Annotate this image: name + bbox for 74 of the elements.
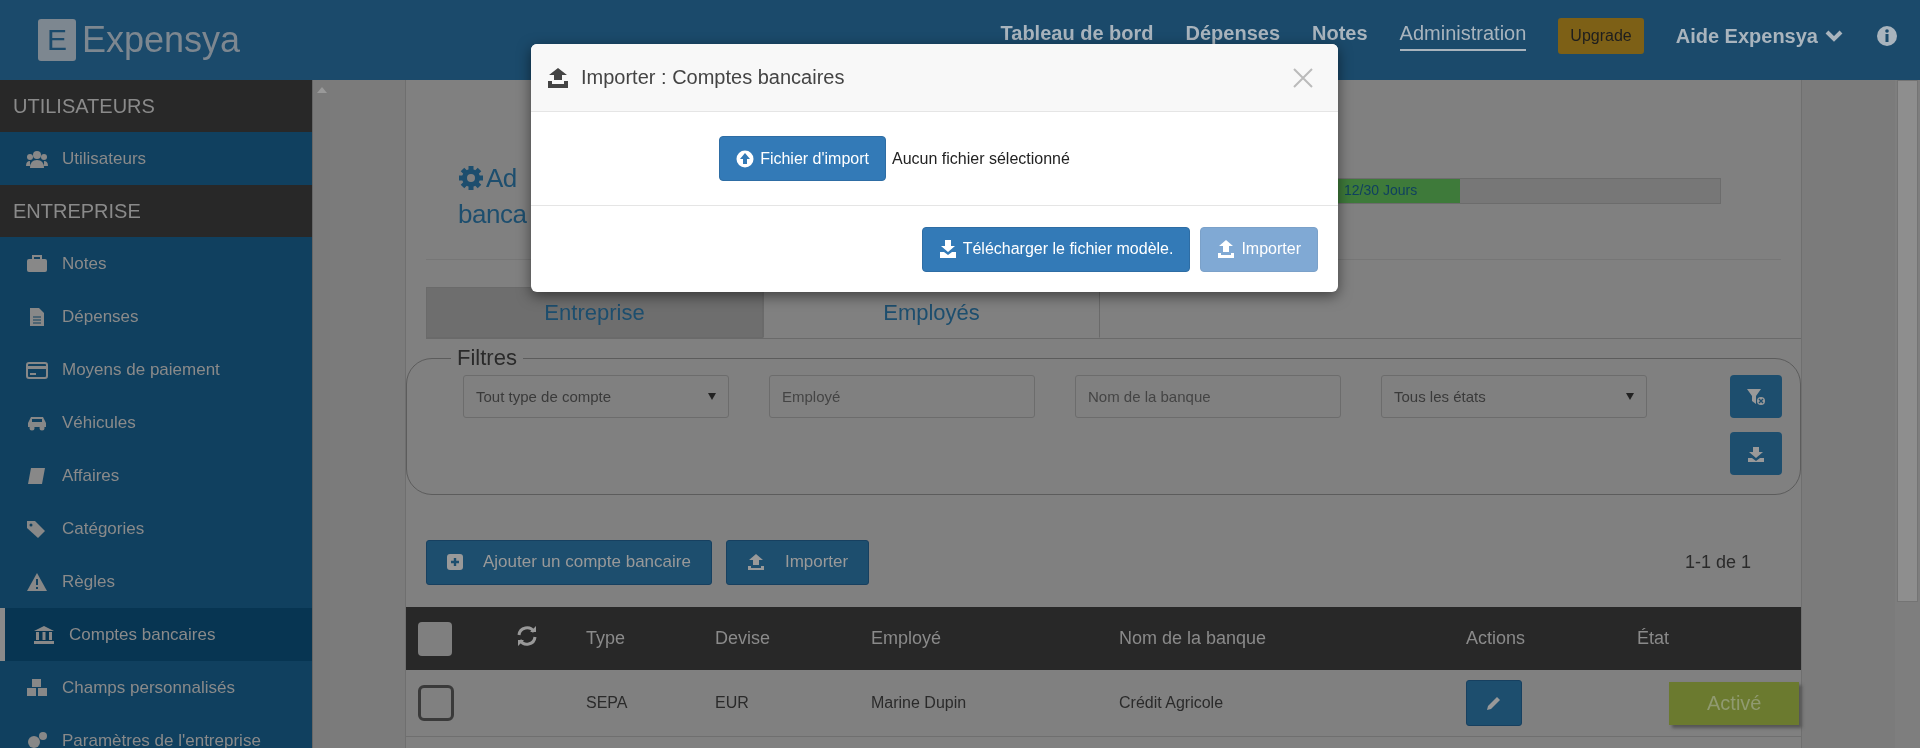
warn-icon [26,571,48,592]
table-cell-text: SEPA [586,694,629,712]
column-header: Actions [1466,628,1527,649]
filter-icon [1746,387,1766,406]
select-field[interactable]: Tout type de compte [463,375,729,418]
caret-icon [708,393,716,400]
plus-icon [447,554,463,570]
sidebar-item[interactable]: Utilisateurs [0,132,313,185]
file-status: Aucun fichier sélectionné [892,149,1070,168]
add-button[interactable]: Ajouter un compte bancaire [426,539,712,585]
table-cell-text: Marine Dupin [871,694,968,712]
pencil-icon [1485,694,1503,712]
sidebar-item[interactable]: Règles [0,555,313,608]
logo-icon: E [38,19,76,61]
page-title: banca [458,198,527,231]
download-icon [1747,445,1765,462]
checkbox[interactable] [418,621,452,656]
sidebar-section-header: ENTREPRISE [0,185,313,237]
column-header: Nom de la banque [1119,628,1268,649]
checkbox[interactable] [418,685,454,721]
select-field[interactable]: Tous les états [1381,375,1647,418]
case-icon [26,253,48,274]
pagination-text: 1-1 de 1 [1684,551,1751,573]
column-header: État [1637,628,1671,649]
chevron-down-icon [1824,29,1844,43]
upload-icon [736,149,755,168]
info-icon[interactable] [1876,25,1898,47]
upload-icon [547,67,569,88]
sidebar-item[interactable]: Moyens de paiement [0,343,313,396]
sidebar-section-header: UTILISATEURS [0,80,313,132]
sidebar-item[interactable]: Champs personnalisés [0,661,313,714]
sidebar-item[interactable]: Notes [0,237,313,290]
filters-legend: Filtres [451,345,523,371]
cubes-icon [26,677,48,698]
scrollbar-thumb[interactable] [1897,80,1918,602]
sidebar-item[interactable]: Affaires [0,449,313,502]
bank-icon [33,624,55,645]
users-icon [26,148,48,169]
logo-text: Expensya [82,19,241,61]
table-cell-text: Crédit Agricole [1119,694,1225,712]
help-menu[interactable]: Aide Expensya [1675,24,1844,48]
table-cell-text: EUR [715,694,750,712]
upgrade-button[interactable]: Upgrade [1558,18,1644,54]
export-button[interactable] [1730,432,1782,475]
dialog-title: Importer : Comptes bancaires [581,66,845,89]
download-template-button[interactable]: Télécharger le fichier modèle. [921,226,1191,272]
input-field[interactable]: Nom de la banque [1075,375,1341,418]
edit-button[interactable] [1466,680,1522,726]
tab[interactable]: Entreprise [426,287,763,338]
upload-icon [746,554,765,570]
clear-filter-button[interactable] [1730,375,1782,418]
page-title: Ad [486,162,517,195]
scrollbar[interactable] [312,80,330,748]
refresh-icon[interactable] [516,626,538,646]
close-icon[interactable] [1292,66,1314,89]
gear-icon [458,165,484,191]
card-icon [26,359,48,380]
input-field[interactable]: Employé [769,375,1035,418]
sidebar-item[interactable]: Dépenses [0,290,313,343]
import-button[interactable]: Importer [725,539,870,585]
upload-icon [1217,240,1236,258]
download-icon [938,240,957,258]
column-header: Type [586,628,627,649]
sidebar-item[interactable]: Catégories [0,502,313,555]
sidebar-item[interactable]: Comptes bancaires [0,608,313,661]
column-header: Employé [871,628,943,649]
caret-icon [1626,393,1634,400]
nav-link[interactable]: Administration [1399,21,1527,51]
progress-label: 12/30 Jours [1344,182,1418,198]
status-badge: Activé [1669,681,1800,725]
file-button[interactable]: Fichier d'import [719,136,886,181]
sidebar-item[interactable]: Véhicules [0,396,313,449]
column-header: Devise [715,628,772,649]
tag-icon [26,518,48,539]
